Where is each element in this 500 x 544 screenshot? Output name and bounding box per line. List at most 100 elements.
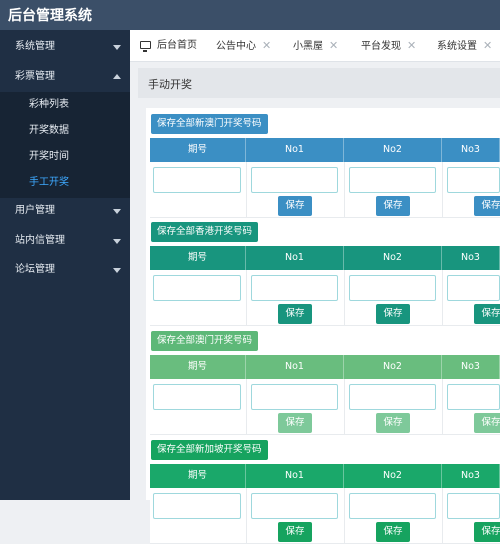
sidebar-item-lottery[interactable]: 彩票管理 — [0, 62, 130, 92]
close-icon[interactable]: ✕ — [483, 39, 492, 52]
sidebar-item-label: 站内信管理 — [15, 235, 65, 246]
save-button[interactable]: 保存 — [278, 413, 312, 433]
sidebar-item-system[interactable]: 系统管理 — [0, 32, 130, 62]
tab-blackroom[interactable]: 小黑屋 ✕ — [293, 30, 338, 62]
column-divider — [344, 162, 345, 218]
number-input[interactable] — [349, 167, 436, 193]
column-header: No1 — [246, 464, 344, 488]
save-button[interactable]: 保存 — [474, 522, 500, 542]
number-input[interactable] — [349, 493, 436, 519]
tab-label: 后台首页 — [157, 40, 197, 51]
sidebar-item-messages[interactable]: 站内信管理 — [0, 226, 130, 256]
number-input[interactable] — [349, 275, 436, 301]
column-divider — [246, 162, 247, 218]
column-header: No1 — [246, 138, 344, 162]
column-divider — [442, 379, 443, 435]
save-button[interactable]: 保存 — [278, 304, 312, 324]
number-input[interactable] — [447, 167, 500, 193]
page-title: 手动开奖 — [148, 78, 192, 91]
tab-label: 公告中心 — [216, 41, 256, 52]
save-all-button[interactable]: 保存全部香港开奖号码 — [151, 222, 259, 242]
sidebar-item-forum[interactable]: 论坛管理 — [0, 255, 130, 285]
issue-input[interactable] — [153, 167, 241, 193]
column-divider — [442, 162, 443, 218]
tab-home[interactable]: 后台首页 — [140, 30, 197, 62]
save-button[interactable]: 保存 — [376, 304, 410, 324]
sidebar: 系统管理 彩票管理 彩种列表 开奖数据 开奖时间 手工开奖 用户管理 站内信管理… — [0, 30, 130, 500]
tab-label: 系统设置 — [437, 41, 477, 52]
number-input[interactable] — [251, 167, 338, 193]
table-row: 保存 保存 保存 — [150, 488, 500, 544]
table-header: 期号 No1 No2 No3 — [150, 138, 500, 162]
tab-label: 平台发现 — [361, 41, 401, 52]
number-input[interactable] — [251, 275, 338, 301]
save-button[interactable]: 保存 — [474, 196, 500, 216]
sidebar-subitem-lottery-list[interactable]: 彩种列表 — [0, 92, 130, 118]
save-all-button[interactable]: 保存全部新澳门开奖号码 — [151, 114, 268, 134]
table-row: 保存 保存 保存 — [150, 162, 500, 218]
sidebar-subitem-draw-time[interactable]: 开奖时间 — [0, 144, 130, 170]
column-header: No2 — [344, 355, 442, 379]
save-all-button[interactable]: 保存全部新加坡开奖号码 — [151, 440, 268, 460]
table-row: 保存 保存 保存 — [150, 270, 500, 326]
column-divider — [442, 270, 443, 326]
save-all-button[interactable]: 保存全部澳门开奖号码 — [151, 331, 259, 351]
chevron-down-icon — [113, 239, 121, 244]
chevron-down-icon — [113, 45, 121, 50]
column-divider — [344, 488, 345, 544]
sidebar-item-users[interactable]: 用户管理 — [0, 196, 130, 226]
column-divider — [442, 488, 443, 544]
save-button[interactable]: 保存 — [474, 413, 500, 433]
column-header: No3 — [442, 355, 500, 379]
issue-input[interactable] — [153, 493, 241, 519]
number-input[interactable] — [447, 384, 500, 410]
chevron-up-icon — [113, 74, 121, 79]
save-button[interactable]: 保存 — [376, 413, 410, 433]
number-input[interactable] — [251, 493, 338, 519]
sidebar-submenu: 彩种列表 开奖数据 开奖时间 手工开奖 — [0, 92, 130, 198]
sidebar-item-label: 系统管理 — [15, 41, 55, 52]
tab-platform[interactable]: 平台发现 ✕ — [361, 30, 416, 62]
sidebar-subitem-draw-data[interactable]: 开奖数据 — [0, 118, 130, 144]
top-bar: 后台管理系统 — [0, 0, 500, 30]
issue-input[interactable] — [153, 384, 241, 410]
number-input[interactable] — [447, 493, 500, 519]
number-input[interactable] — [349, 384, 436, 410]
column-header: No2 — [344, 138, 442, 162]
column-header: No3 — [442, 246, 500, 270]
table-header: 期号 No1 No2 No3 — [150, 464, 500, 488]
tab-label: 小黑屋 — [293, 41, 323, 52]
column-header: No1 — [246, 246, 344, 270]
sidebar-subitem-manual-draw[interactable]: 手工开奖 — [0, 170, 130, 196]
save-button[interactable]: 保存 — [278, 196, 312, 216]
page-header: 手动开奖 — [138, 68, 500, 98]
column-header: No2 — [344, 464, 442, 488]
save-button[interactable]: 保存 — [278, 522, 312, 542]
column-divider — [246, 379, 247, 435]
close-icon[interactable]: ✕ — [329, 39, 338, 52]
close-icon[interactable]: ✕ — [262, 39, 271, 52]
save-button[interactable]: 保存 — [376, 522, 410, 542]
number-input[interactable] — [251, 384, 338, 410]
column-header: No2 — [344, 246, 442, 270]
column-header: 期号 — [150, 246, 246, 270]
column-divider — [344, 379, 345, 435]
sidebar-item-label: 论坛管理 — [15, 264, 55, 275]
number-input[interactable] — [447, 275, 500, 301]
save-button[interactable]: 保存 — [376, 196, 410, 216]
column-header: No3 — [442, 138, 500, 162]
save-button[interactable]: 保存 — [474, 304, 500, 324]
table-header: 期号 No1 No2 No3 — [150, 246, 500, 270]
column-header: 期号 — [150, 464, 246, 488]
tab-bar: 后台首页 公告中心 ✕ 小黑屋 ✕ 平台发现 ✕ 系统设置 ✕ — [130, 30, 500, 62]
column-divider — [246, 488, 247, 544]
column-header: No3 — [442, 464, 500, 488]
table-header: 期号 No1 No2 No3 — [150, 355, 500, 379]
close-icon[interactable]: ✕ — [407, 39, 416, 52]
tab-notice[interactable]: 公告中心 ✕ — [216, 30, 271, 62]
table-row: 保存 保存 保存 — [150, 379, 500, 435]
app-title: 后台管理系统 — [8, 8, 92, 24]
tab-settings[interactable]: 系统设置 ✕ — [437, 30, 492, 62]
issue-input[interactable] — [153, 275, 241, 301]
column-header: 期号 — [150, 138, 246, 162]
